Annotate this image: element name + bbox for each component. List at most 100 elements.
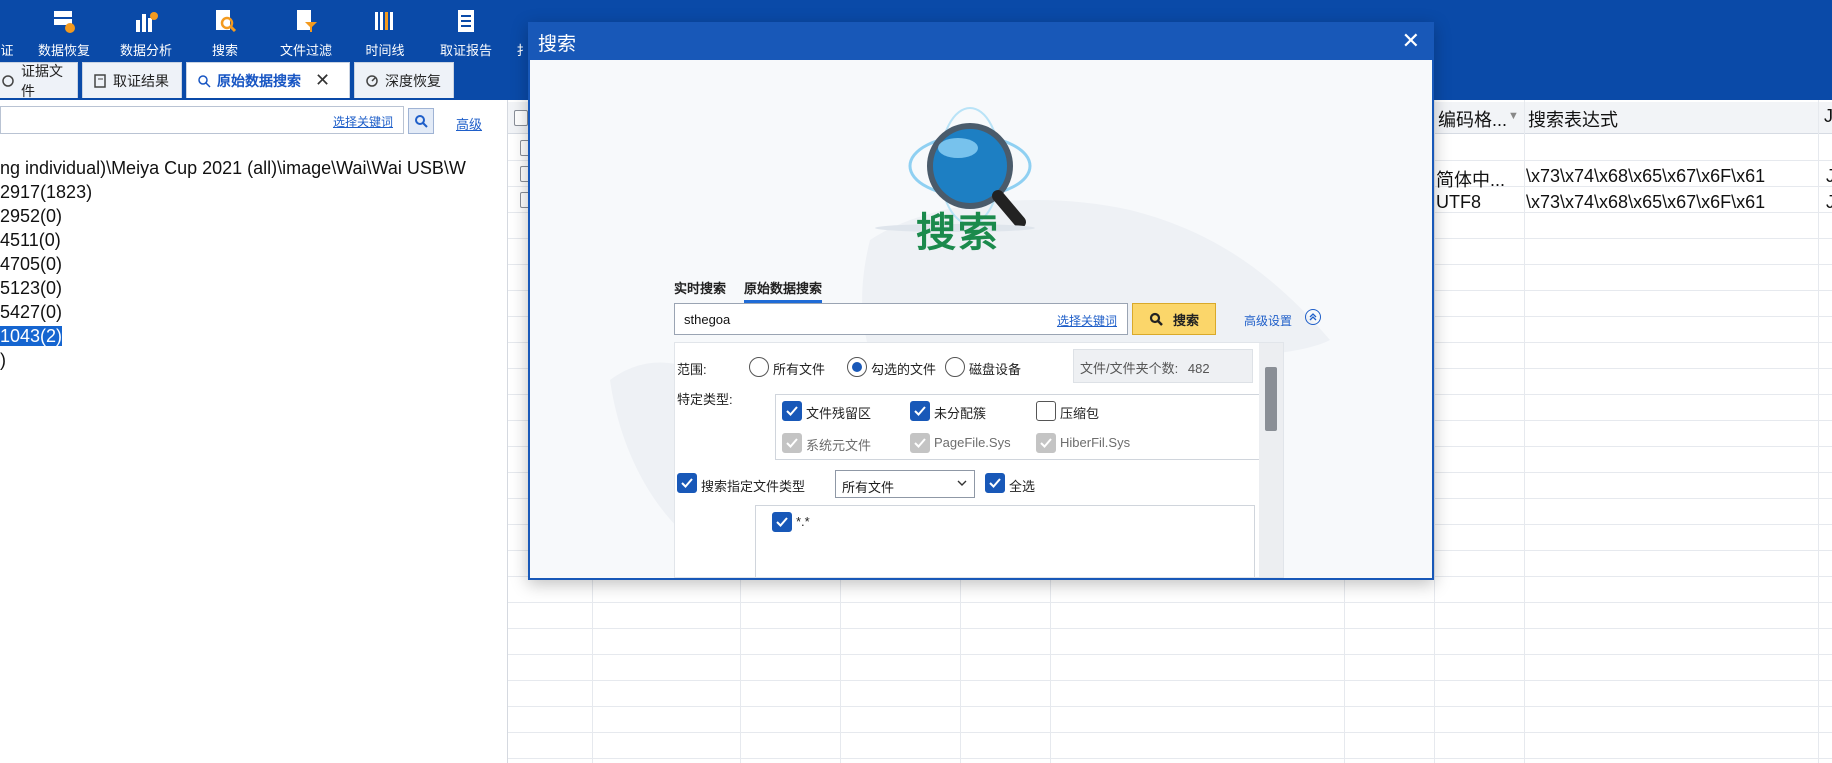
tab-deep-recovery[interactable]: 深度恢复 xyxy=(354,62,454,98)
search-icon xyxy=(415,115,428,128)
filter-icon[interactable]: ▼ xyxy=(1508,110,1519,122)
search-doc-icon xyxy=(210,6,240,36)
options-scrollbar[interactable] xyxy=(1259,343,1283,577)
report-icon xyxy=(451,6,481,36)
toolbar-item-label: 数据恢复 xyxy=(37,43,90,58)
toolbar-search[interactable]: 搜索 xyxy=(200,0,250,64)
toolbar-data-recovery[interactable]: 数据恢复 xyxy=(34,0,94,64)
tab-close-icon[interactable]: ✕ xyxy=(315,70,330,91)
select-all-label: 全选 xyxy=(1009,479,1036,494)
scope-option-label: 勾选的文件 xyxy=(871,362,937,377)
tree-item[interactable]: 5427(0) xyxy=(0,300,466,324)
checkbox-label: 文件残留区 xyxy=(806,406,872,421)
tree-item[interactable]: 4511(0) xyxy=(0,228,466,252)
search-button-label: 搜索 xyxy=(1172,312,1199,328)
toolbar-report[interactable]: 取证报告 xyxy=(436,0,496,64)
tree-item[interactable]: ) xyxy=(0,348,466,372)
tab-raw-data-search[interactable]: 原始数据搜索 ✕ xyxy=(186,62,350,98)
tree-item[interactable]: ng individual)\Meiya Cup 2021 (all)\imag… xyxy=(0,156,466,180)
tree-item[interactable]: 5123(0) xyxy=(0,276,466,300)
toolbar-item-label: 数据分析 xyxy=(119,43,172,58)
search-input[interactable]: sthegoa 选择关键词 xyxy=(674,303,1128,335)
checkbox-select-all[interactable] xyxy=(985,473,1005,493)
left-search-row: 选择关键词 高级 xyxy=(0,104,500,136)
logo-text: 搜索 xyxy=(916,210,1000,256)
scope-option-label: 所有文件 xyxy=(773,362,826,377)
specific-types-box: 文件残留区 未分配簇 压缩包 系统元文件 PageFile.Sys HiberF… xyxy=(775,394,1265,460)
cell-encoding: UTF8 xyxy=(1436,192,1481,212)
checkbox-unallocated[interactable] xyxy=(910,401,930,421)
checkbox-label: PageFile.Sys xyxy=(934,435,1011,450)
file-filter-icon xyxy=(291,6,321,36)
toolbar-timeline[interactable]: 时间线 xyxy=(360,0,410,64)
tab-label: 深度恢复 xyxy=(385,72,441,89)
tab-label: 原始数据搜索 xyxy=(217,72,301,89)
checkbox-hiberfil xyxy=(1036,433,1056,453)
advanced-settings-link[interactable]: 高级设置 xyxy=(1244,312,1292,329)
checkbox-file-slack[interactable] xyxy=(782,401,802,421)
left-search-button[interactable] xyxy=(408,108,434,134)
checkbox-label: HiberFil.Sys xyxy=(1060,435,1131,450)
chevron-down-icon xyxy=(956,477,968,492)
checkbox-system-meta xyxy=(782,433,802,453)
select-all-checkbox[interactable] xyxy=(514,110,528,126)
cell-expression: \x73\x74\x68\x65\x67\x6F\x61 xyxy=(1526,192,1766,212)
column-header-encoding[interactable]: 编码格... xyxy=(1438,106,1507,132)
file-count-label: 文件/文件夹个数: xyxy=(1080,361,1179,376)
checkbox-filetype-filter[interactable] xyxy=(677,473,697,493)
toolbar-file-filter[interactable]: 文件过滤 xyxy=(276,0,336,64)
tree-item[interactable]: 2917(1823) xyxy=(0,180,466,204)
scope-radio-checked-files[interactable] xyxy=(847,357,867,377)
dialog-title: 搜索 xyxy=(538,33,577,55)
scope-radio-all-files[interactable] xyxy=(749,357,769,377)
types-label: 特定类型: xyxy=(677,392,733,407)
deep-recovery-icon xyxy=(365,74,379,88)
scrollbar-thumb[interactable] xyxy=(1265,367,1277,431)
chevron-up-icon[interactable] xyxy=(1305,309,1321,325)
filetype-select-value: 所有文件 xyxy=(842,480,895,495)
dialog-titlebar: 搜索 ✕ xyxy=(530,24,1432,60)
checkbox-label: 压缩包 xyxy=(1060,406,1100,421)
raw-search-icon xyxy=(197,74,211,88)
cell-partial: J xyxy=(1826,192,1832,212)
select-keyword-link[interactable]: 选择关键词 xyxy=(1057,312,1117,329)
filetype-list: *.* xyxy=(755,505,1255,577)
checkbox-archive[interactable] xyxy=(1036,401,1056,421)
toolbar-item-partial[interactable]: 证 xyxy=(0,0,14,64)
column-header-expression[interactable]: 搜索表达式 xyxy=(1528,106,1618,132)
tab-realtime-search[interactable]: 实时搜索 xyxy=(674,278,726,300)
toolbar-data-analysis[interactable]: 数据分析 xyxy=(114,0,178,64)
filetype-select[interactable]: 所有文件 xyxy=(835,470,975,498)
timeline-icon xyxy=(370,6,400,36)
data-recovery-icon xyxy=(49,6,79,36)
search-options-panel: 范围: 所有文件 勾选的文件 磁盘设备 文件/文件夹个数: 482 特定类型: … xyxy=(674,342,1284,578)
select-keyword-link[interactable]: 选择关键词 xyxy=(333,113,393,130)
tree-item[interactable]: 2952(0) xyxy=(0,204,466,228)
scope-radio-disk-device[interactable] xyxy=(945,357,965,377)
dialog-close-icon[interactable]: ✕ xyxy=(1402,28,1420,54)
file-count-value: 482 xyxy=(1187,361,1210,376)
checkbox-pagefile xyxy=(910,433,930,453)
checkbox-filetype-item[interactable] xyxy=(772,512,792,532)
tab-raw-data-search-mode[interactable]: 原始数据搜索 xyxy=(744,278,823,303)
tree-item[interactable]: 4705(0) xyxy=(0,252,466,276)
evidence-icon xyxy=(1,74,15,88)
cell-partial: J xyxy=(1826,166,1832,186)
tab-evidence-files[interactable]: 证据文件 xyxy=(0,62,78,99)
column-header-partial[interactable]: J xyxy=(1824,106,1832,127)
tree-item-selected[interactable]: 1043(2) xyxy=(0,324,466,348)
data-analysis-icon xyxy=(131,6,161,36)
scope-label: 范围: xyxy=(677,362,707,377)
search-button[interactable]: 搜索 xyxy=(1132,303,1216,335)
scope-option-label: 磁盘设备 xyxy=(969,362,1022,377)
search-dialog: 搜索 ✕ 搜索 实时搜索 原始数据搜索 sthegoa 选择关键词 搜索 高级设… xyxy=(528,22,1434,580)
tab-forensic-results[interactable]: 取证结果 xyxy=(82,62,182,98)
toolbar-item-label: 证 xyxy=(0,43,14,58)
toolbar-item-label: 取证报告 xyxy=(439,43,492,58)
tab-label: 证据文件 xyxy=(21,62,63,99)
left-keyword-input[interactable]: 选择关键词 xyxy=(0,106,404,134)
left-panel: 选择关键词 高级 ng individual)\Meiya Cup 2021 (… xyxy=(0,100,508,763)
filetype-filter-label: 搜索指定文件类型 xyxy=(701,479,806,494)
advanced-link[interactable]: 高级 xyxy=(456,114,482,133)
toolbar-item-label: 文件过滤 xyxy=(279,43,332,58)
